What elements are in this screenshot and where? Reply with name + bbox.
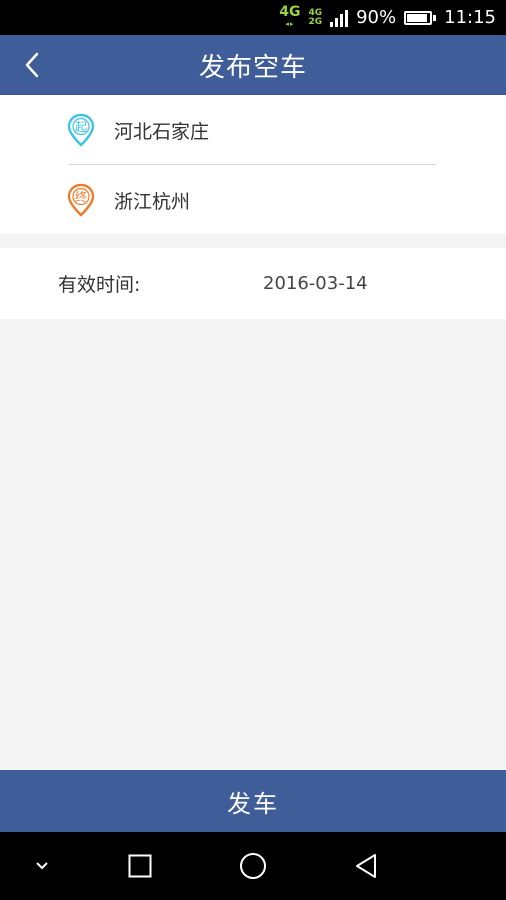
battery-percent: 90% [356,7,397,28]
network-bottom-label: 2G [308,16,323,27]
triangle-back-icon [356,854,376,878]
status-bar: 4G ◂▸ 4G 2G 90% 11:15 [0,0,506,35]
nav-back-button[interactable] [346,846,386,886]
square-icon [128,854,152,878]
clock: 11:15 [444,7,496,28]
nav-recents-button[interactable] [120,846,160,886]
circle-icon [240,853,266,879]
publish-button[interactable]: 发车 [0,770,506,832]
signal-icon [330,9,349,27]
battery-icon [404,10,437,25]
system-nav-bar [0,832,506,900]
validity-label: 有效时间: [58,274,141,296]
start-pin-icon: 起 [67,113,95,147]
svg-text:起: 起 [75,120,87,134]
svg-text:终: 终 [75,189,87,204]
app-screen: 4G ◂▸ 4G 2G 90% 11:15 发布空车 起 河北石家庄 终 浙江杭… [0,0,506,900]
start-location-row[interactable]: 起 河北石家庄 [0,95,506,165]
chevron-left-icon [25,52,39,78]
nav-collapse-button[interactable] [22,846,62,886]
end-pin-icon: 终 [67,183,95,217]
network-label: 4G [279,3,301,20]
page-title: 发布空车 [198,52,307,83]
validity-date-value: 2016-03-14 [263,273,368,294]
route-card: 起 河北石家庄 终 浙江杭州 [0,95,506,234]
app-header: 发布空车 [0,35,506,95]
network-dual-indicator: 4G 2G [308,8,323,27]
nav-home-button[interactable] [233,846,273,886]
back-button[interactable] [14,47,50,83]
network-4g-indicator: 4G ◂▸ [279,3,301,28]
start-location-text: 河北石家庄 [114,120,210,143]
end-location-text: 浙江杭州 [114,190,191,213]
end-location-row[interactable]: 终 浙江杭州 [0,165,506,235]
validity-date-row[interactable]: 有效时间: 2016-03-14 [0,248,506,319]
chevron-down-icon [36,862,48,870]
